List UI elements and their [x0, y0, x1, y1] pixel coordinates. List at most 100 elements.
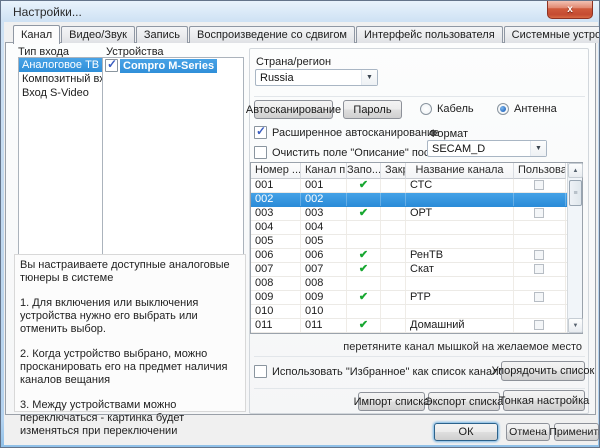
green-check-icon: ✔ — [358, 249, 369, 261]
arrow-down-icon: ▼ — [572, 322, 579, 329]
checkbox-icon[interactable]: ✓ — [254, 124, 267, 139]
table-row-003[interactable]: 003 003 ✔ ОРТ — [251, 207, 582, 221]
description-box: Вы настраиваете доступные аналоговые тюн… — [14, 254, 246, 437]
receive-channel-cell: 008 — [301, 277, 347, 290]
user-checkbox-icon[interactable] — [534, 180, 544, 190]
antenna-radio-label: Антенна — [514, 103, 557, 115]
user-cell — [514, 179, 566, 192]
closed-cell — [381, 319, 406, 332]
checkbox-icon[interactable] — [254, 365, 267, 378]
tab-5[interactable]: Системные устройства — [503, 26, 599, 43]
separator — [254, 356, 585, 357]
table-row-010[interactable]: 010 010 — [251, 305, 582, 319]
input-type-item-0[interactable]: Аналоговое ТВ — [19, 58, 102, 72]
antenna-radio[interactable]: Антенна — [497, 103, 557, 115]
memorized-cell: ✔ — [347, 291, 381, 304]
channel-table-body: 001 001 ✔ СТС 002 002 003 003 ✔ ОРТ 004 004 005 005 00… — [251, 179, 582, 333]
green-check-icon: ✔ — [358, 263, 369, 275]
receive-channel-cell: 010 — [301, 305, 347, 318]
table-row-008[interactable]: 008 008 — [251, 277, 582, 291]
column-header-1[interactable]: Канал п... — [301, 163, 347, 179]
column-header-2[interactable]: Запо... — [347, 163, 381, 179]
autoscan-button[interactable]: Автосканирование — [246, 100, 341, 119]
favorites-checkbox[interactable]: Использовать "Избранное" как список кана… — [254, 365, 511, 378]
table-row-005[interactable]: 005 005 — [251, 235, 582, 249]
chevron-down-icon: ▼ — [530, 141, 546, 156]
import-list-button[interactable]: Импорт списка — [354, 392, 429, 411]
user-checkbox-icon[interactable] — [534, 208, 544, 218]
vertical-scrollbar[interactable]: ▲ ≡ ▼ — [567, 163, 583, 333]
description-paragraph: 2. Когда устройство выбрано, можно проск… — [20, 348, 228, 386]
radio-icon[interactable] — [420, 103, 432, 115]
apply-button[interactable]: Применить — [549, 423, 599, 441]
receive-channel-cell: 009 — [301, 291, 347, 304]
channel-number-cell: 001 — [251, 179, 301, 192]
description-paragraph: 3. Между устройствами можно переключатьс… — [20, 399, 185, 437]
format-select[interactable]: SECAM_D ▼ — [427, 140, 547, 157]
checkbox-icon[interactable] — [254, 146, 267, 159]
scroll-down-button[interactable]: ▼ — [568, 318, 583, 333]
user-cell — [514, 291, 566, 304]
table-row-007[interactable]: 007 007 ✔ Скат — [251, 263, 582, 277]
tab-1[interactable]: Видео/Звук — [61, 26, 135, 43]
receive-channel-cell: 003 — [301, 207, 347, 220]
advanced-autoscan-checkbox[interactable]: ✓ Расширенное автосканирование — [254, 124, 439, 139]
table-row-009[interactable]: 009 009 ✔ РТР — [251, 291, 582, 305]
user-checkbox-icon[interactable] — [534, 320, 544, 330]
checkbox-icon[interactable]: ✓ — [105, 57, 118, 72]
input-type-item-2[interactable]: Вход S-Video — [19, 86, 102, 100]
column-header-4[interactable]: Название канала — [406, 163, 514, 179]
cable-radio[interactable]: Кабель — [420, 103, 474, 115]
memorized-cell — [347, 193, 381, 206]
green-check-icon: ✔ — [358, 319, 369, 331]
user-checkbox-icon[interactable] — [534, 250, 544, 260]
input-type-listbox: Аналоговое ТВКомпозитный входВход S-Vide… — [18, 57, 103, 255]
check-icon: ✓ — [107, 57, 118, 71]
tab-0[interactable]: Канал — [13, 25, 61, 44]
settings-window: Настройки... x Канал Видео/Звук Запись Восп… — [0, 0, 600, 448]
scrollbar-thumb[interactable]: ≡ — [569, 180, 582, 206]
order-list-button[interactable]: Упорядочить список — [492, 361, 594, 381]
separator — [254, 388, 585, 389]
channel-number-cell: 010 — [251, 305, 301, 318]
password-button[interactable]: Пароль — [343, 100, 402, 119]
cable-radio-label: Кабель — [437, 103, 474, 115]
user-checkbox-icon[interactable] — [534, 292, 544, 302]
user-cell — [514, 305, 566, 318]
green-check-icon: ✔ — [358, 179, 369, 191]
device-item-0[interactable]: ✓ Compro M-Series — [103, 58, 243, 73]
scroll-up-button[interactable]: ▲ — [568, 163, 583, 178]
channel-number-cell: 011 — [251, 319, 301, 332]
user-cell — [514, 263, 566, 276]
format-label: Формат — [429, 128, 469, 140]
user-cell — [514, 207, 566, 220]
closed-cell — [381, 207, 406, 220]
country-select[interactable]: Russia ▼ — [255, 69, 378, 86]
table-row-001[interactable]: 001 001 ✔ СТС — [251, 179, 582, 193]
tab-4[interactable]: Интерфейс пользователя — [356, 26, 503, 43]
tab-2[interactable]: Запись — [135, 26, 188, 43]
table-row-002[interactable]: 002 002 — [251, 193, 582, 207]
titlebar[interactable]: Настройки... x — [1, 1, 599, 22]
column-header-0[interactable]: Номер ... — [251, 163, 301, 179]
fine-tuning-button[interactable]: Тонкая настройка — [499, 390, 589, 411]
column-header-5[interactable]: Пользоват... — [514, 163, 566, 179]
separator — [254, 96, 585, 97]
column-header-3[interactable]: Закр... — [381, 163, 406, 179]
user-checkbox-icon[interactable] — [534, 264, 544, 274]
channel-table-header: Номер ...Канал п...Запо...Закр...Названи… — [251, 163, 582, 179]
radio-icon[interactable] — [497, 103, 509, 115]
table-row-011[interactable]: 011 011 ✔ Домашний — [251, 319, 582, 333]
cancel-button[interactable]: Отмена — [506, 423, 550, 441]
ok-button[interactable]: ОК — [434, 423, 498, 441]
tab-3[interactable]: Воспроизведение со сдвигом — [188, 26, 355, 43]
input-type-item-1[interactable]: Композитный вход — [19, 72, 102, 86]
export-list-button[interactable]: Экспорт списка — [425, 392, 503, 411]
channel-number-cell: 007 — [251, 263, 301, 276]
channel-name-cell: Скат — [406, 263, 514, 276]
channel-name-cell — [406, 305, 514, 318]
receive-channel-cell: 011 — [301, 319, 347, 332]
table-row-004[interactable]: 004 004 — [251, 221, 582, 235]
close-button[interactable]: x — [547, 1, 593, 19]
table-row-006[interactable]: 006 006 ✔ РенТВ — [251, 249, 582, 263]
